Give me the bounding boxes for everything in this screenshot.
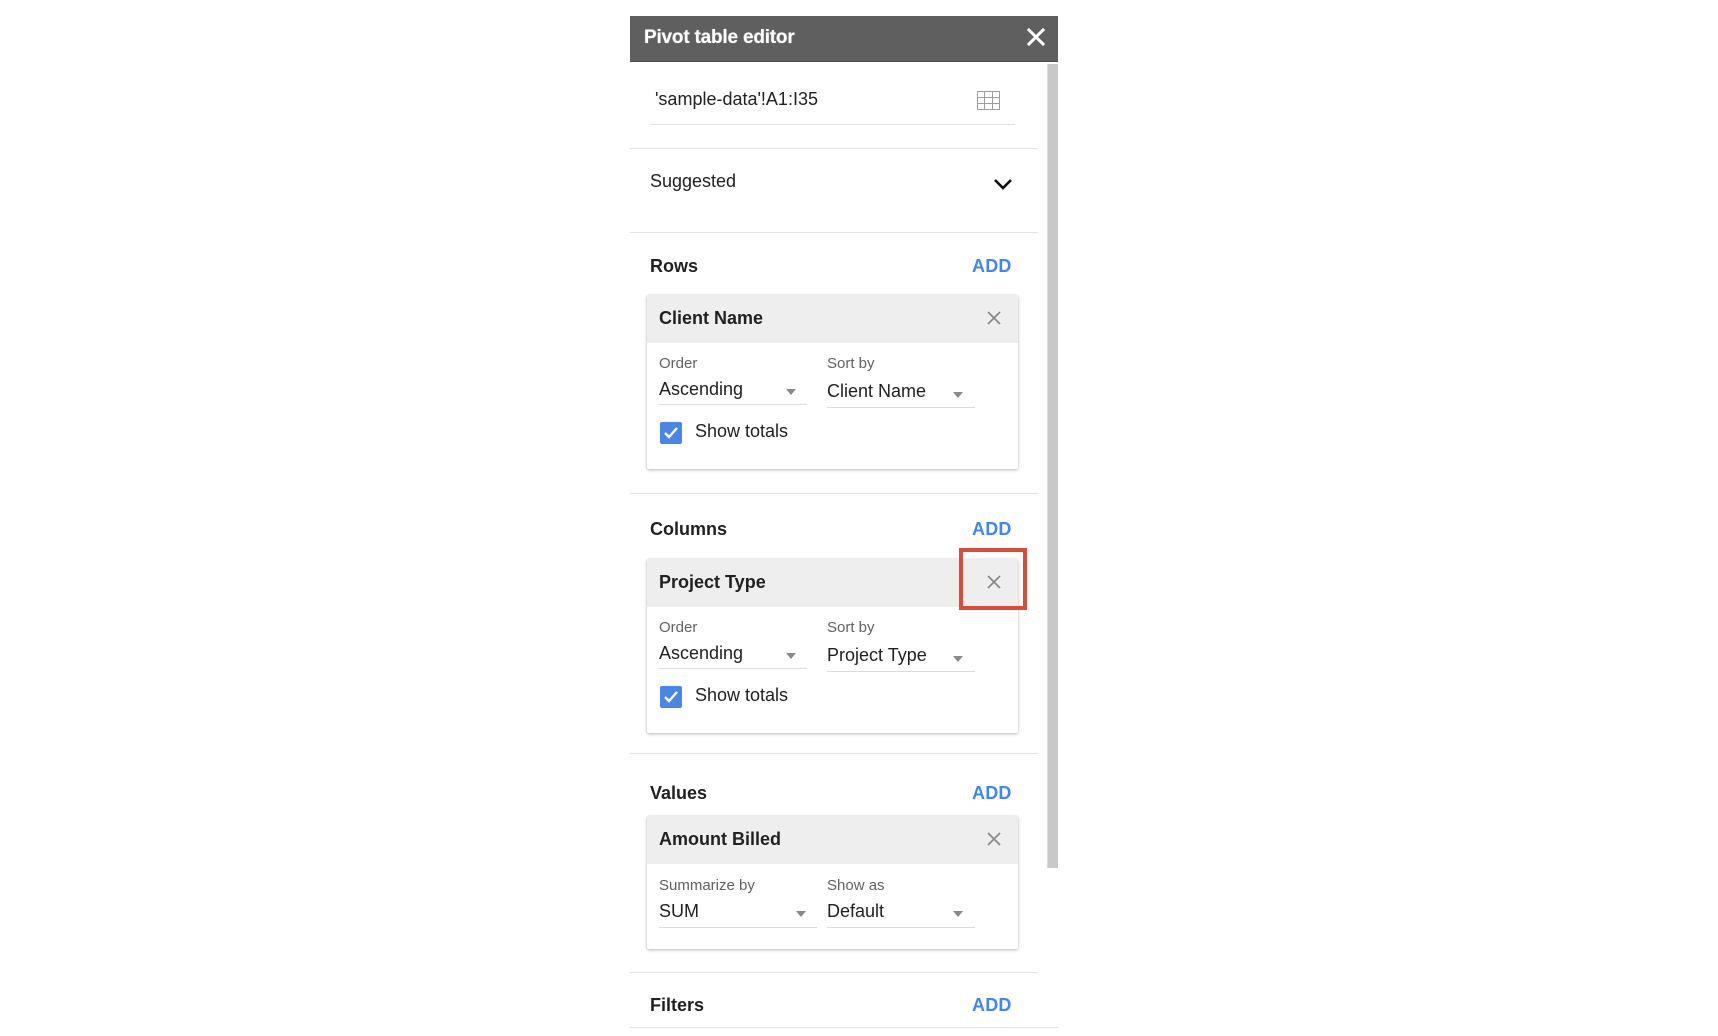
data-range-input[interactable]: 'sample-data'!A1:I35 (655, 89, 818, 110)
rows-section-label: Rows (650, 256, 699, 276)
field-label: Order (659, 619, 698, 636)
editor-title: Pivot table editor (644, 27, 795, 48)
field-underline (827, 927, 975, 928)
remove-field-icon[interactable] (984, 829, 1004, 849)
show-as-dropdown[interactable]: Show as Default (827, 877, 975, 928)
show-totals-label: Show totals (695, 685, 789, 705)
rows-add-button[interactable]: ADD (972, 256, 1012, 277)
data-range-underline (650, 124, 1015, 125)
remove-field-icon[interactable] (984, 308, 1004, 328)
dropdown-arrow-icon (786, 653, 796, 659)
divider (630, 232, 1038, 233)
values-field-card: Amount Billed Summarize by SUM Show as D… (647, 816, 1018, 949)
dropdown-arrow-icon (953, 392, 963, 398)
card-title: Client Name (659, 308, 764, 328)
field-label: Show as (827, 877, 885, 894)
columns-section-label: Columns (650, 519, 728, 539)
dropdown-arrow-icon (786, 389, 796, 395)
dropdown-arrow-icon (796, 911, 806, 917)
summarize-by-dropdown[interactable]: Summarize by SUM (659, 877, 817, 928)
field-label: Order (659, 355, 698, 372)
show-totals-checkbox[interactable] (660, 422, 682, 444)
divider (630, 148, 1038, 149)
field-value: SUM (659, 901, 699, 921)
field-value: Ascending (659, 379, 744, 399)
grid-icon[interactable] (977, 91, 1000, 110)
suggested-toggle[interactable]: Suggested (650, 171, 736, 192)
sort-by-dropdown[interactable]: Sort by Project Type (827, 619, 975, 672)
card-header: Amount Billed (647, 816, 1018, 864)
card-header: Project Type (647, 559, 1018, 607)
rows-field-card: Client Name Order Ascending Sort by Clie… (647, 295, 1018, 469)
editor-title-bar: Pivot table editor (630, 16, 1058, 62)
field-value: Ascending (659, 643, 744, 663)
field-underline (659, 668, 807, 669)
values-section-label: Values (650, 783, 708, 803)
card-title: Amount Billed (659, 829, 781, 849)
pivot-table-editor-panel: Pivot table editor 'sample-data'!A1:I35 … (630, 16, 1058, 1036)
divider (630, 493, 1038, 494)
divider (630, 753, 1038, 754)
columns-field-card: Project Type Order Ascending Sort by Pro… (647, 559, 1018, 733)
field-underline (827, 407, 975, 408)
field-underline (827, 671, 975, 672)
sort-by-dropdown[interactable]: Sort by Client Name (827, 355, 975, 408)
order-dropdown[interactable]: Order Ascending (659, 355, 807, 405)
divider (630, 972, 1038, 973)
filters-add-button[interactable]: ADD (972, 995, 1012, 1016)
field-label: Sort by (827, 619, 875, 636)
field-underline (659, 404, 807, 405)
card-header: Client Name (647, 295, 1018, 343)
filters-section-label: Filters (650, 995, 705, 1015)
order-dropdown[interactable]: Order Ascending (659, 619, 807, 669)
field-label: Sort by (827, 355, 875, 372)
show-totals-label: Show totals (695, 421, 789, 441)
chevron-down-icon[interactable] (993, 177, 1013, 191)
values-add-button[interactable]: ADD (972, 783, 1012, 804)
panel-scrollbar[interactable] (1047, 64, 1058, 868)
field-value: Project Type (827, 645, 927, 665)
field-value: Client Name (827, 381, 927, 401)
close-icon[interactable] (1024, 25, 1048, 49)
field-underline (659, 927, 817, 928)
divider (630, 1027, 1058, 1028)
field-value: Default (827, 901, 885, 921)
show-totals-checkbox[interactable] (660, 686, 682, 708)
dropdown-arrow-icon (953, 911, 963, 917)
card-title: Project Type (659, 572, 766, 592)
dropdown-arrow-icon (953, 656, 963, 662)
remove-field-icon[interactable] (984, 572, 1004, 592)
field-label: Summarize by (659, 877, 755, 894)
columns-add-button[interactable]: ADD (972, 519, 1012, 540)
